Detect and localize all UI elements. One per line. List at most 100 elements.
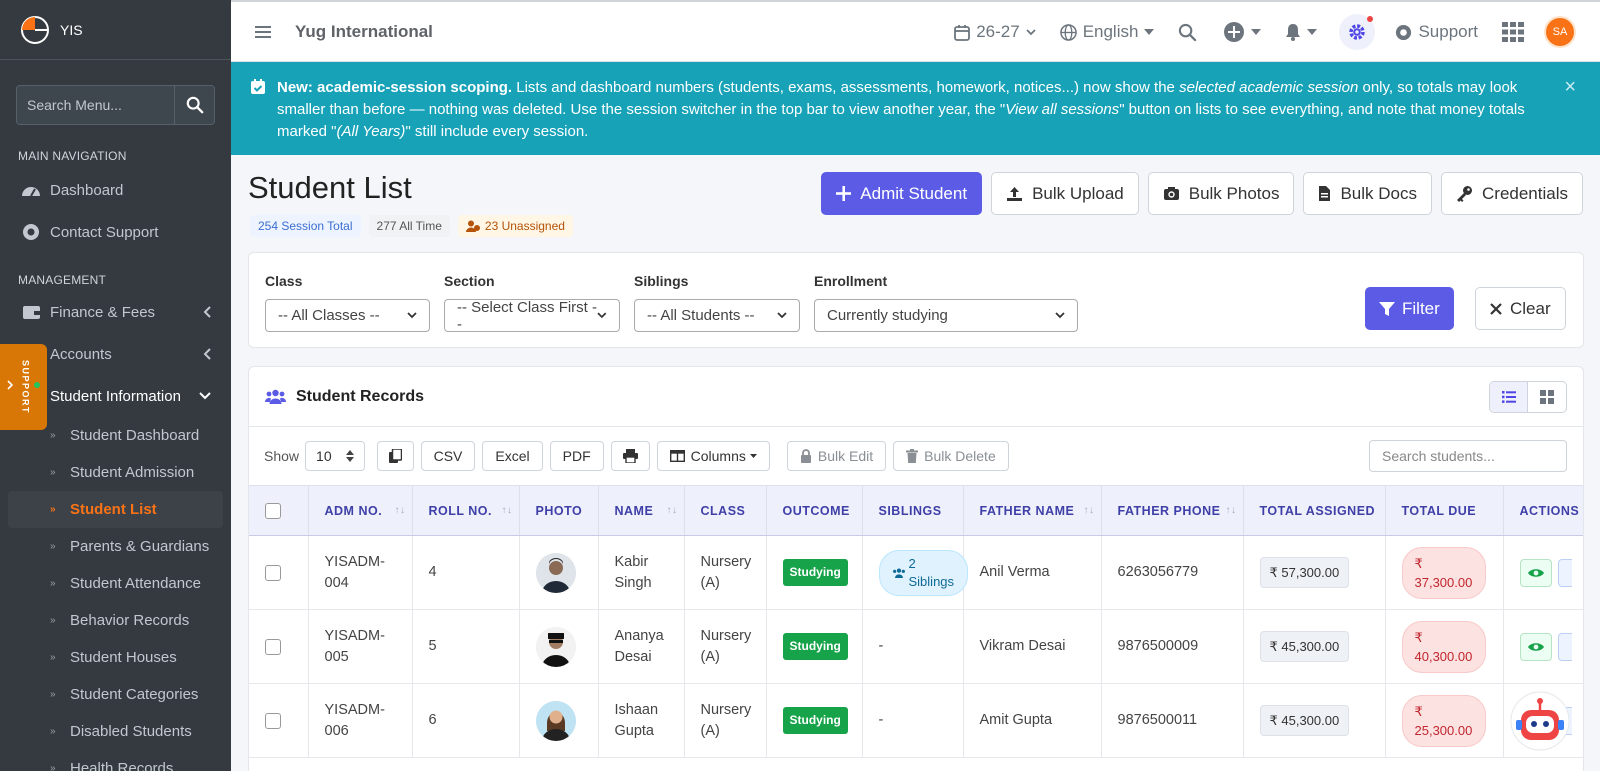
sidebar-item-label: Dashboard	[50, 181, 124, 199]
bulk-photos-label: Bulk Photos	[1188, 183, 1280, 203]
caret-down-icon	[749, 454, 757, 458]
sidebar-sub-disabled-students[interactable]: » Disabled Students	[8, 713, 223, 750]
sidebar-search-input[interactable]: Search Menu...	[17, 86, 174, 124]
records-header: Student Records	[249, 367, 1583, 427]
sidebar-item-dashboard[interactable]: Dashboard	[0, 169, 231, 211]
view-button[interactable]	[1519, 632, 1552, 661]
sidebar-item-contact-support[interactable]: Contact Support	[0, 211, 231, 253]
view-toggle	[1489, 381, 1567, 413]
alert-close-icon[interactable]: ×	[1564, 76, 1576, 99]
section-select[interactable]: -- Select Class First --	[444, 299, 620, 333]
support-side-tab[interactable]: SUPPORT	[0, 344, 47, 430]
chevron-down-icon	[1055, 312, 1065, 319]
sort-icon: ↑↓	[1083, 505, 1095, 516]
section-filter: Section -- Select Class First --	[444, 273, 620, 333]
language-switcher[interactable]: English	[1059, 22, 1155, 42]
bulk-edit-button[interactable]: Bulk Edit	[786, 441, 887, 471]
row-checkbox[interactable]	[265, 638, 281, 655]
filter-button[interactable]: Filter	[1365, 287, 1454, 330]
topbar-search-button[interactable]	[1178, 23, 1197, 42]
select-all-checkbox[interactable]	[265, 502, 281, 519]
notifications-button[interactable]	[1285, 23, 1318, 41]
bulk-photos-button[interactable]: Bulk Photos	[1147, 172, 1295, 215]
class-select-value: -- All Classes --	[278, 307, 380, 324]
unassigned-badge[interactable]: 23 Unassigned	[457, 215, 573, 237]
bulk-docs-button[interactable]: Bulk Docs	[1303, 172, 1432, 215]
pdf-button[interactable]: PDF	[549, 441, 604, 471]
sidebar-sub-student-houses[interactable]: » Student Houses	[8, 639, 223, 676]
view-button[interactable]	[1519, 558, 1552, 587]
sidebar-sub-parents-guardians[interactable]: » Parents & Guardians	[8, 528, 223, 565]
sidebar-sub-student-list[interactable]: » Student List	[8, 491, 223, 528]
row-checkbox[interactable]	[265, 712, 281, 729]
dashboard-icon	[20, 182, 42, 198]
outcome-cell: Studying	[766, 535, 863, 610]
class-select[interactable]: -- All Classes --	[265, 299, 430, 332]
col-roll-no[interactable]: ROLL NO. ↑↓	[412, 485, 520, 536]
row-checkbox[interactable]	[265, 564, 281, 581]
enrollment-select[interactable]: Currently studying	[814, 299, 1078, 332]
col-adm-no[interactable]: ADM NO. ↑↓	[308, 485, 413, 536]
student-photo[interactable]	[535, 552, 576, 593]
sidebar-search-button[interactable]	[174, 86, 214, 124]
sidebar-sub-student-categories[interactable]: » Student Categories	[8, 676, 223, 713]
hamburger-menu-icon[interactable]	[255, 25, 271, 39]
student-photo[interactable]	[535, 626, 576, 667]
student-search-input[interactable]: Search students...	[1369, 440, 1567, 472]
class-cell: Nursery (A)	[684, 609, 767, 684]
print-button[interactable]	[610, 441, 650, 471]
alert-title: New: academic-session scoping.	[277, 79, 513, 96]
total-due-cell: ₹ 37,300.00	[1385, 535, 1504, 610]
support-link[interactable]: Support	[1395, 22, 1478, 42]
photo-cell	[519, 683, 599, 758]
brand[interactable]: YIS	[0, 0, 231, 60]
sidebar-item-label: Student Information	[50, 387, 181, 405]
name-cell[interactable]: Ishaan Gupta	[598, 683, 685, 758]
bulk-upload-button[interactable]: Bulk Upload	[991, 172, 1139, 215]
sidebar-sub-student-attendance[interactable]: » Student Attendance	[8, 565, 223, 602]
siblings-badge[interactable]: 2 Siblings	[878, 549, 968, 596]
col-father-phone[interactable]: FATHER PHONE ↑↓	[1101, 485, 1244, 536]
credentials-button[interactable]: Credentials	[1441, 172, 1583, 215]
sidebar-sub-behavior-records[interactable]: » Behavior Records	[8, 602, 223, 639]
brand-name: YIS	[60, 21, 83, 38]
excel-button[interactable]: Excel	[482, 441, 543, 471]
page-size-select[interactable]: 10	[305, 441, 365, 471]
assigned-amount: ₹ 45,300.00	[1259, 631, 1350, 662]
settings-button[interactable]	[1339, 14, 1376, 50]
session-total-badge: 254 Session Total	[250, 215, 361, 237]
apps-grid-button[interactable]	[1502, 22, 1524, 42]
sidebar-sub-student-admission[interactable]: » Student Admission	[8, 454, 223, 491]
sidebar-sub-label: Behavior Records	[70, 612, 190, 629]
admit-student-button[interactable]: Admit Student	[821, 172, 983, 215]
grid-view-button[interactable]	[1528, 382, 1566, 412]
col-photo: PHOTO	[519, 485, 599, 536]
sidebar-item-finance[interactable]: Finance & Fees	[0, 291, 231, 333]
edit-button[interactable]	[1557, 632, 1572, 661]
csv-button[interactable]: CSV	[420, 441, 476, 471]
name-cell[interactable]: Ananya Desai	[598, 609, 685, 684]
roll-no-cell: 5	[412, 609, 520, 684]
user-avatar[interactable]: SA	[1544, 16, 1576, 48]
page-title: Student List	[248, 170, 412, 205]
columns-button[interactable]: Columns	[656, 441, 770, 471]
copy-button[interactable]	[376, 441, 414, 471]
siblings-select[interactable]: -- All Students --	[634, 299, 800, 332]
edit-button[interactable]	[1557, 558, 1572, 587]
bulk-delete-button[interactable]: Bulk Delete	[893, 441, 1009, 471]
caret-down-icon	[1307, 29, 1318, 35]
list-view-button[interactable]	[1490, 382, 1528, 412]
chatbot-button[interactable]	[1509, 690, 1571, 752]
student-photo[interactable]	[535, 700, 576, 741]
session-switcher[interactable]: 26-27	[954, 22, 1036, 42]
col-father-name[interactable]: FATHER NAME ↑↓	[963, 485, 1102, 536]
sidebar-item-label: Contact Support	[50, 223, 159, 241]
sidebar-sub-health-records[interactable]: » Health Records	[8, 750, 223, 771]
quick-add-button[interactable]	[1223, 21, 1262, 43]
clear-button[interactable]: Clear	[1475, 287, 1566, 330]
name-cell[interactable]: Kabir Singh	[598, 535, 685, 610]
col-name[interactable]: NAME ↑↓	[598, 485, 685, 536]
sidebar-header-management: MANAGEMENT	[18, 273, 107, 287]
chevron-left-icon	[203, 306, 211, 318]
topbar: Yug International 26-27 English Support …	[231, 2, 1600, 62]
